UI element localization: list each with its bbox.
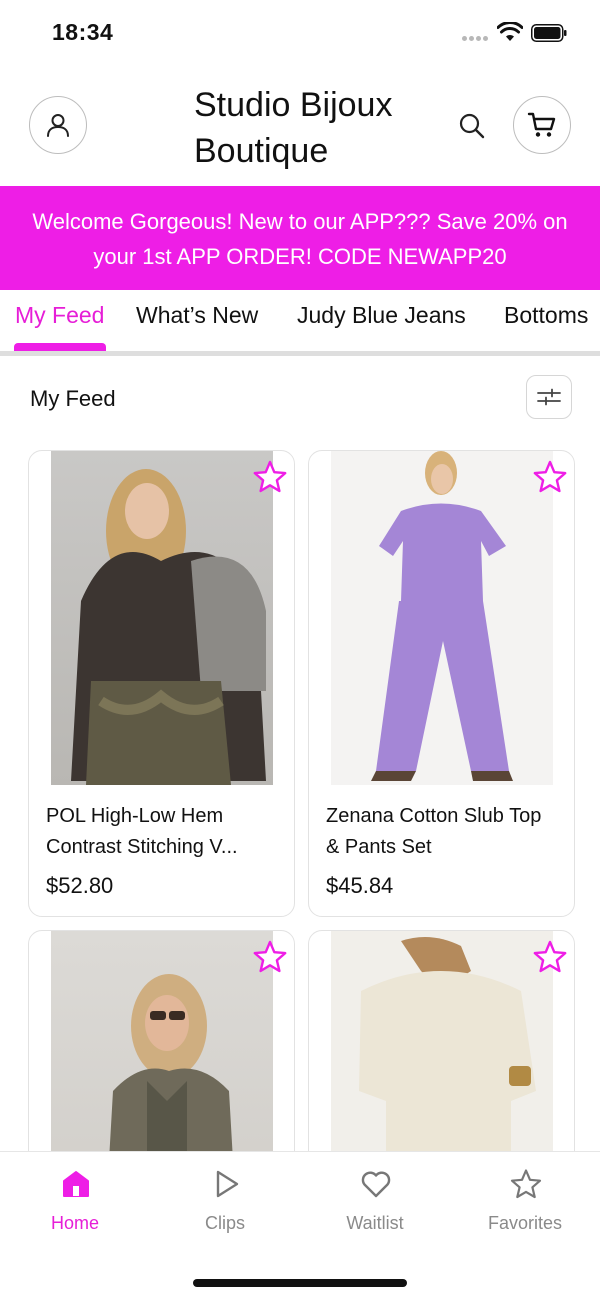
product-price: $45.84 [326, 873, 394, 898]
product-name: POL High-Low Hem Contrast Stitching V... [46, 805, 238, 858]
status-bar: 18:34 [0, 0, 600, 66]
home-indicator[interactable] [193, 1279, 407, 1287]
category-tabs: My Feed What’s New Judy Blue Jeans Botto… [0, 290, 600, 356]
nav-label: Home [50, 1213, 99, 1233]
star-icon [510, 1169, 542, 1199]
nav-favorites[interactable]: Favorites [450, 1152, 600, 1252]
tab-judy-blue-jeans[interactable]: Judy Blue Jeans [297, 302, 466, 329]
nav-label: Waitlist [346, 1213, 404, 1233]
product-image[interactable] [29, 451, 294, 785]
filter-button[interactable] [526, 375, 572, 419]
home-icon [63, 1171, 89, 1197]
favorite-star-icon[interactable] [252, 939, 288, 975]
product-image[interactable] [309, 451, 574, 785]
favorite-star-icon[interactable] [532, 459, 568, 495]
tab-bottoms[interactable]: Bottoms [504, 302, 588, 329]
nav-label: Favorites [487, 1213, 563, 1233]
user-icon [47, 114, 69, 137]
product-card[interactable]: POL High-Low Hem Contrast Stitching V...… [28, 450, 295, 917]
heart-icon [361, 1171, 391, 1198]
product-card[interactable]: Zenana Cotton Slub Top & Pants Set $45.8… [308, 450, 575, 917]
wifi-icon [497, 22, 523, 41]
status-time: 18:34 [52, 19, 114, 45]
play-icon [216, 1170, 239, 1198]
cart-icon [527, 112, 556, 137]
favorite-star-icon[interactable] [252, 459, 288, 495]
tab-whats-new[interactable]: What’s New [136, 302, 258, 329]
search-button[interactable] [455, 109, 489, 143]
cellular-signal-icon [462, 36, 490, 42]
active-tab-indicator [14, 343, 106, 351]
nav-label: Clips [204, 1213, 245, 1233]
nav-waitlist[interactable]: Waitlist [300, 1152, 450, 1252]
feed-title: My Feed [30, 386, 116, 411]
model-photo [371, 451, 513, 781]
product-name: Zenana Cotton Slub Top & Pants Set [326, 805, 542, 858]
search-icon [459, 113, 485, 139]
product-price: $52.80 [46, 873, 114, 898]
tab-my-feed[interactable]: My Feed [15, 302, 104, 329]
favorite-star-icon[interactable] [532, 939, 568, 975]
app-header: Studio Bijoux Boutique [0, 66, 600, 186]
nav-home[interactable]: Home [0, 1152, 150, 1252]
cart-button[interactable] [513, 96, 571, 154]
model-photo [71, 469, 266, 785]
sliders-icon [537, 388, 561, 406]
promo-banner[interactable]: Welcome Gorgeous! New to our APP??? Save… [0, 186, 600, 290]
account-button[interactable] [29, 96, 87, 154]
app-title: Studio Bijoux Boutique [194, 86, 393, 170]
nav-clips[interactable]: Clips [150, 1152, 300, 1252]
bottom-navigation: Home Clips Waitlist Favorites [0, 1151, 600, 1299]
battery-icon [531, 24, 567, 42]
